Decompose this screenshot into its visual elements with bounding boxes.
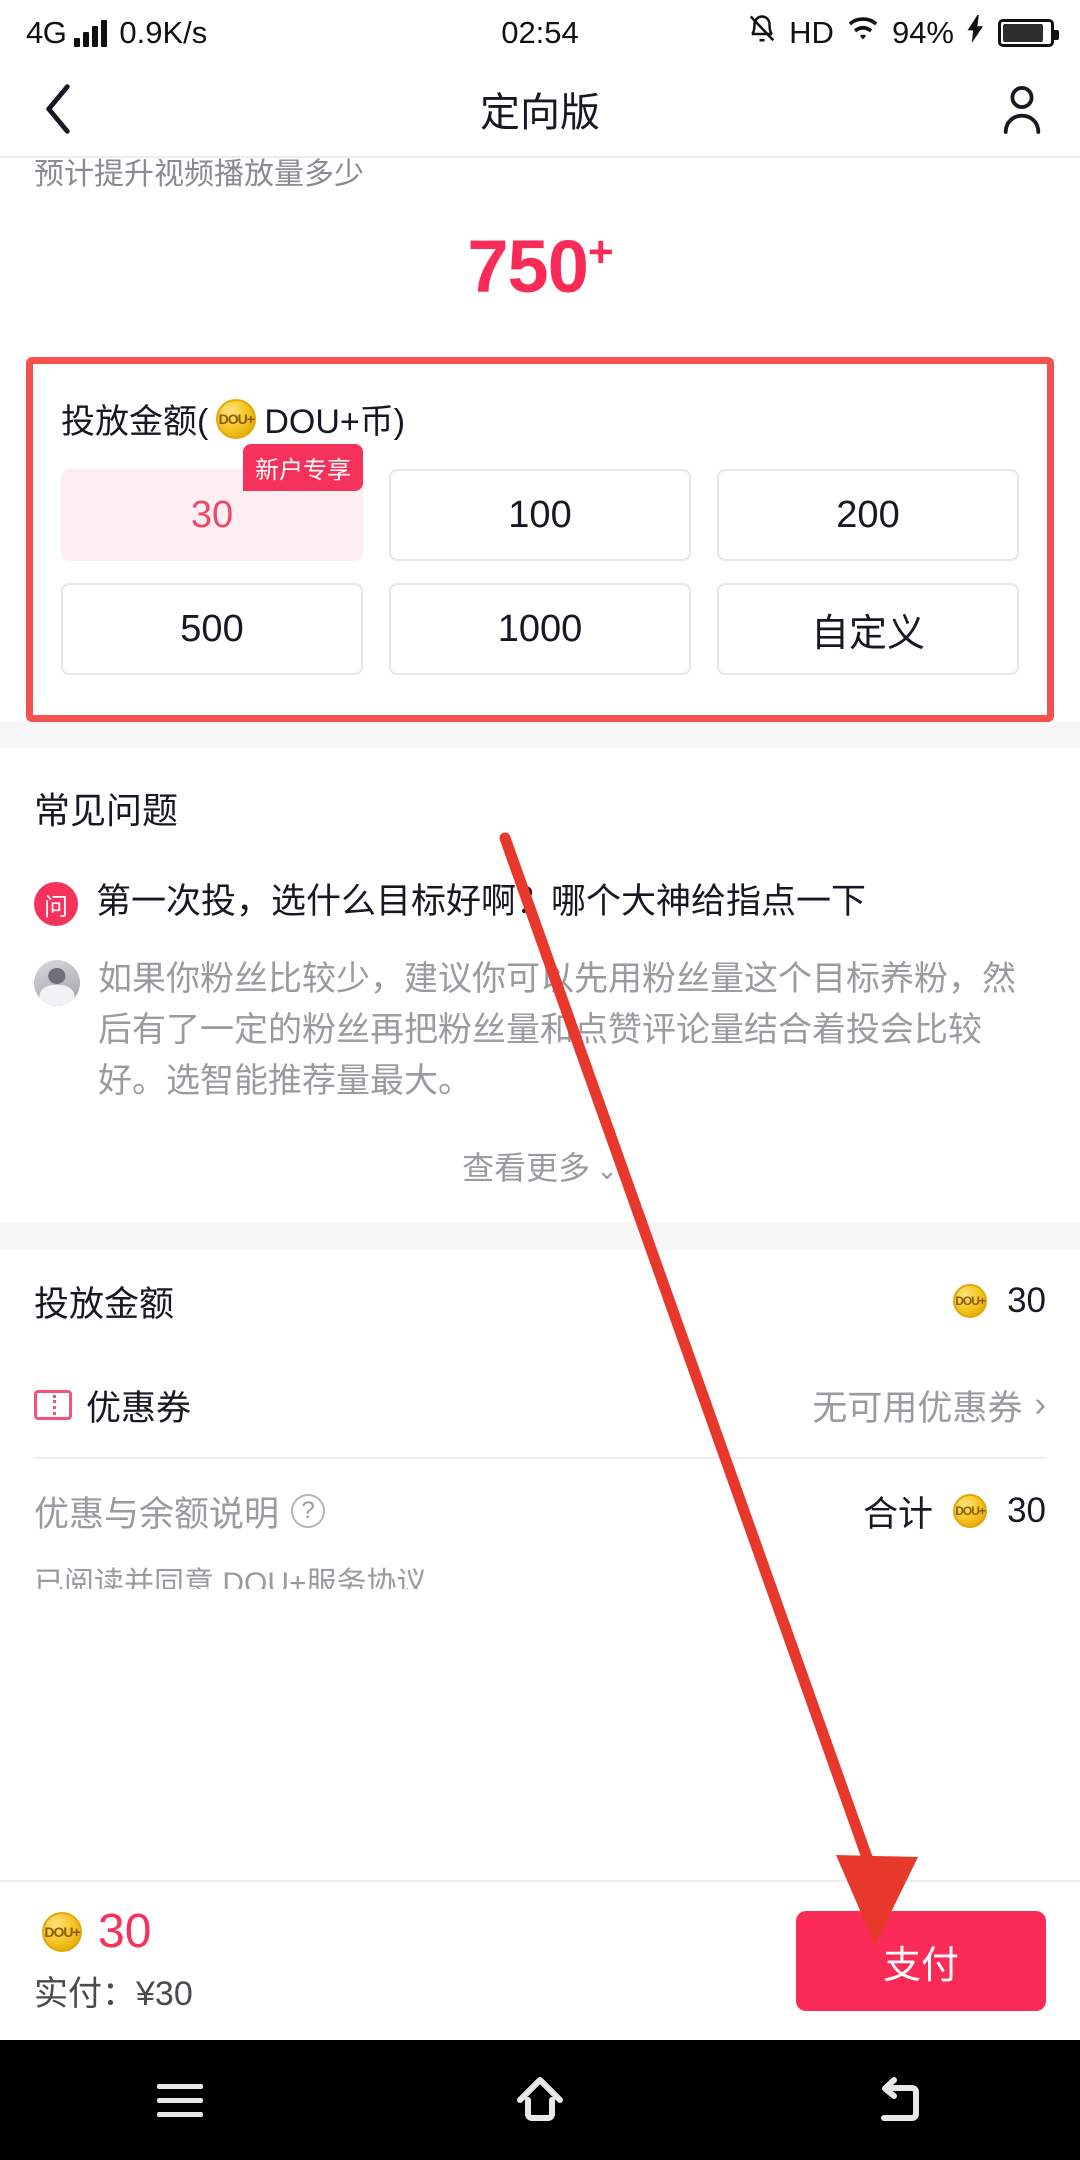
pay-actual-label: 实付：¥30 xyxy=(34,1974,193,2013)
pay-bar-left: DOU+ 30 实付：¥30 xyxy=(34,1904,193,2015)
pay-bar: DOU+ 30 实付：¥30 支付 xyxy=(0,1880,1080,2040)
wifi-icon xyxy=(846,15,880,51)
total-label: 合计 xyxy=(863,1494,934,1534)
balance-note-wrap[interactable]: 优惠与余额说明 ? xyxy=(34,1486,326,1537)
amount-option-30[interactable]: 新户专享 30 xyxy=(61,444,363,561)
amount-option-200[interactable]: 200 xyxy=(717,469,1019,561)
question-mark-badge-icon: 问 xyxy=(34,882,78,926)
faq-section: 常见问题 问 第一次投，选什么目标好啊？哪个大神给指点一下 如果你粉丝比较少，建… xyxy=(0,748,1080,1223)
coupon-label-wrap: 优惠券 xyxy=(34,1380,191,1431)
order-amount-value-wrap: DOU+ 30 xyxy=(945,1281,1046,1321)
order-row-coupon[interactable]: 优惠券 无可用优惠券 › xyxy=(34,1353,1046,1457)
back-button[interactable] xyxy=(30,81,86,137)
section-gap xyxy=(0,722,1080,748)
status-bar-left: 4G 0.9K/s xyxy=(26,15,207,51)
faq-question-row[interactable]: 问 第一次投，选什么目标好啊？哪个大神给指点一下 xyxy=(34,878,1046,926)
pay-coin-amount: 30 xyxy=(98,1904,152,1958)
dou-coin-text: DOU+ xyxy=(955,1294,986,1308)
chevron-left-icon xyxy=(46,84,70,134)
person-icon xyxy=(1003,86,1041,134)
amount-option-1000[interactable]: 1000 xyxy=(389,583,691,675)
amount-option-100[interactable]: 100 xyxy=(389,469,691,561)
faq-title: 常见问题 xyxy=(34,790,179,831)
total-value: 30 xyxy=(1007,1491,1046,1530)
android-navigation-bar xyxy=(0,2040,1080,2160)
status-bar-right: HD 94% xyxy=(747,13,1059,53)
agreement-text: 已阅读并同意 DOU+服务协议 xyxy=(34,1567,427,1589)
view-more-label: 查看更多 xyxy=(462,1150,591,1186)
estimate-number: 750 xyxy=(467,225,588,308)
scroll-content: 预计提升视频播放量多少 750+ 投放金额( DOU+ DOU+币) 新户专享 … xyxy=(0,156,1080,1589)
ticket-icon xyxy=(34,1390,72,1420)
menu-icon xyxy=(157,2083,203,2117)
dou-coin-text: DOU+ xyxy=(44,1923,80,1940)
amount-option-500[interactable]: 500 xyxy=(61,583,363,675)
amount-section-highlight: 投放金额( DOU+ DOU+币) 新户专享 30 100 200 500 10… xyxy=(26,357,1054,722)
new-user-badge: 新户专享 xyxy=(243,444,363,491)
amount-option-label: 1000 xyxy=(497,607,583,650)
pay-button[interactable]: 支付 xyxy=(796,1911,1046,2011)
status-bar: 4G 0.9K/s 02:54 HD 94% xyxy=(0,0,1080,66)
total-wrap: 合计 DOU+ 30 xyxy=(863,1486,1046,1537)
balance-note-label: 优惠与余额说明 xyxy=(34,1494,280,1534)
faq-question-text: 第一次投，选什么目标好啊？哪个大神给指点一下 xyxy=(96,882,867,921)
battery-icon xyxy=(998,19,1059,47)
app-header: 定向版 xyxy=(0,66,1080,152)
amount-section-wrapper: 投放金额( DOU+ DOU+币) 新户专享 30 100 200 500 10… xyxy=(0,357,1080,722)
dou-coin-icon: DOU+ xyxy=(953,1494,988,1528)
order-amount-label: 投放金额 xyxy=(34,1284,175,1324)
clipped-hero-text: 预计提升视频播放量多少 xyxy=(0,156,1080,190)
page-title: 定向版 xyxy=(480,91,600,135)
amount-options-grid: 新户专享 30 100 200 500 1000 自定义 xyxy=(61,444,1019,675)
charging-bolt-icon xyxy=(966,15,986,51)
dou-coin-icon: DOU+ xyxy=(953,1284,988,1318)
order-row-total: 优惠与余额说明 ? 合计 DOU+ 30 xyxy=(34,1459,1046,1563)
network-speed-label: 0.9K/s xyxy=(119,15,208,50)
amount-option-label: 自定义 xyxy=(810,612,925,655)
section-gap-2 xyxy=(0,1223,1080,1249)
amount-option-label: 100 xyxy=(508,493,572,536)
dou-coin-text: DOU+ xyxy=(218,410,255,427)
amount-label-suffix: DOU+币) xyxy=(264,403,406,441)
coupon-value: 无可用优惠券 xyxy=(812,1388,1023,1428)
dou-coin-text: DOU+ xyxy=(955,1504,986,1518)
chevron-down-icon: ⌄ xyxy=(596,1155,618,1185)
agreement-clipped-text[interactable]: 已阅读并同意 DOU+服务协议 xyxy=(34,1563,1046,1589)
coupon-label: 优惠券 xyxy=(86,1388,192,1428)
question-mark-icon[interactable]: ? xyxy=(291,1494,326,1528)
profile-button[interactable] xyxy=(994,81,1050,137)
order-summary: 投放金额 DOU+ 30 优惠券 无可用优惠券 › 优惠与余额说明 ? 合计 D… xyxy=(0,1249,1080,1589)
battery-percent-label: 94% xyxy=(891,15,954,50)
order-row-amount: 投放金额 DOU+ 30 xyxy=(34,1249,1046,1353)
hd-icon: HD xyxy=(789,15,834,50)
amount-option-label: 200 xyxy=(836,493,900,536)
back-nav-button[interactable] xyxy=(840,2040,960,2160)
avatar xyxy=(34,960,80,1006)
home-button[interactable] xyxy=(480,2040,600,2160)
view-more-button[interactable]: 查看更多 ⌄ xyxy=(34,1107,1046,1223)
coupon-value-wrap: 无可用优惠券 › xyxy=(812,1380,1046,1431)
back-arrow-icon xyxy=(881,2077,919,2121)
faq-answer-row: 如果你粉丝比较少，建议你可以先用粉丝量这个目标养粉，然后有了一定的粉丝再把粉丝量… xyxy=(34,954,1046,1107)
amount-option-custom[interactable]: 自定义 xyxy=(717,583,1019,675)
order-amount-value: 30 xyxy=(1007,1281,1046,1320)
amount-label-prefix: 投放金额( xyxy=(61,403,209,441)
pay-coin-amount-wrap: DOU+ 30 xyxy=(34,1904,193,1958)
chevron-right-icon: › xyxy=(1034,1385,1046,1424)
estimate-value: 750+ xyxy=(0,190,1080,357)
dou-coin-icon: DOU+ xyxy=(216,398,257,439)
amount-section-label: 投放金额( DOU+ DOU+币) xyxy=(61,394,1019,443)
amount-option-label: 500 xyxy=(180,607,244,650)
dou-coin-icon: DOU+ xyxy=(42,1911,82,1952)
network-type-label: 4G xyxy=(26,15,67,50)
estimate-suffix: + xyxy=(587,227,614,277)
home-icon xyxy=(517,2077,563,2121)
amount-option-label: 30 xyxy=(190,493,234,536)
signal-bars-icon xyxy=(74,19,108,47)
faq-answer-text: 如果你粉丝比较少，建议你可以先用粉丝量这个目标养粉，然后有了一定的粉丝再把粉丝量… xyxy=(98,960,1016,1100)
recents-button[interactable] xyxy=(120,2040,240,2160)
mute-bell-icon xyxy=(747,13,777,53)
